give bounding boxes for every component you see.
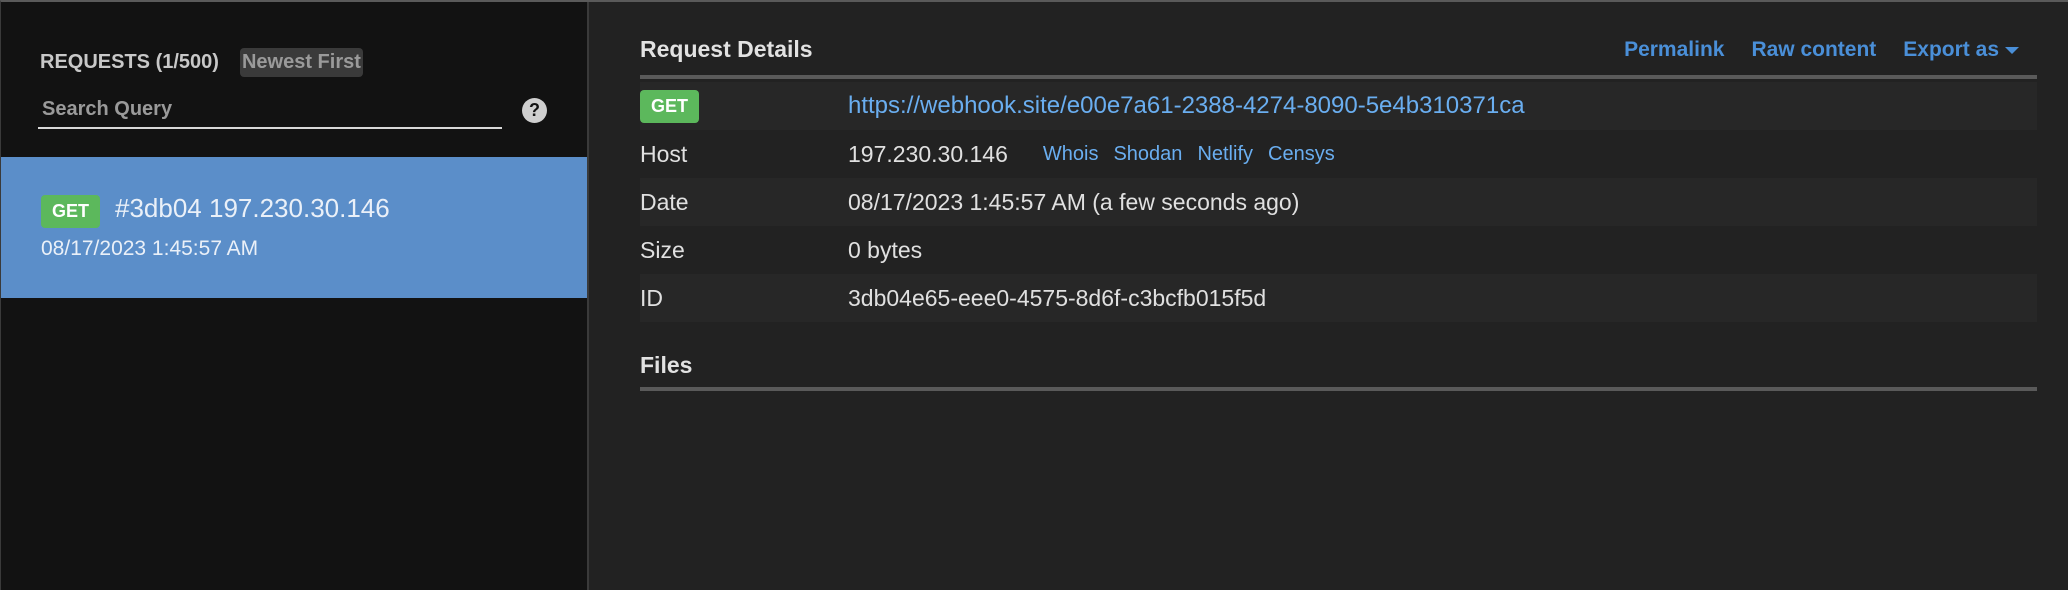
app-window: REQUESTS (1/500) Newest First ? GET #3db…	[0, 0, 2068, 590]
request-date: 08/17/2023 1:45:57 AM	[41, 237, 259, 260]
date-label: Date	[640, 188, 689, 215]
details-table: GET https://webhook.site/e00e7a61-2388-4…	[640, 82, 2037, 322]
id-value: 3db04e65-eee0-4575-8d6f-c3bcfb015f5d	[848, 284, 1267, 311]
files-divider	[640, 387, 2037, 391]
requests-count-title: REQUESTS (1/500)	[40, 51, 219, 73]
host-value: 197.230.30.146	[848, 140, 1008, 167]
caret-down-icon	[2005, 46, 2019, 54]
help-icon[interactable]: ?	[522, 98, 547, 123]
requests-sidebar: REQUESTS (1/500) Newest First ? GET #3db…	[1, 2, 589, 590]
method-badge: GET	[640, 89, 700, 123]
request-url-link[interactable]: https://webhook.site/e00e7a61-2388-4274-…	[848, 92, 1525, 120]
method-cell: GET	[640, 89, 848, 123]
host-row: Host 197.230.30.146 Whois Shodan Netlify…	[640, 130, 2037, 178]
request-list-item[interactable]: GET #3db04 197.230.30.146 08/17/2023 1:4…	[1, 157, 587, 298]
details-divider	[640, 75, 2037, 79]
netlify-link[interactable]: Netlify	[1197, 143, 1253, 166]
shodan-link[interactable]: Shodan	[1113, 143, 1182, 166]
host-label: Host	[640, 140, 688, 167]
date-row: Date 08/17/2023 1:45:57 AM (a few second…	[640, 178, 2037, 226]
whois-link[interactable]: Whois	[1043, 143, 1099, 166]
sidebar-header: REQUESTS (1/500) Newest First	[40, 48, 363, 77]
size-row: Size 0 bytes	[640, 226, 2037, 274]
date-value: 08/17/2023 1:45:57 AM (a few seconds ago…	[848, 188, 1300, 215]
raw-content-link[interactable]: Raw content	[1751, 38, 1876, 62]
host-lookup-links: Whois Shodan Netlify Censys	[1043, 143, 1335, 166]
size-label: Size	[640, 236, 685, 263]
search-input[interactable]	[38, 93, 502, 125]
request-details-panel: Request Details Permalink Raw content Ex…	[589, 2, 2068, 590]
search-field-wrapper	[38, 93, 502, 129]
method-badge: GET	[41, 195, 101, 228]
id-label: ID	[640, 284, 663, 311]
permalink-link[interactable]: Permalink	[1624, 38, 1724, 62]
files-title: Files	[640, 352, 693, 378]
censys-link[interactable]: Censys	[1268, 143, 1335, 166]
size-value: 0 bytes	[848, 236, 923, 263]
details-actions: Permalink Raw content Export as	[1624, 38, 2019, 62]
export-as-label: Export as	[1903, 38, 1999, 61]
request-details-title: Request Details	[640, 36, 813, 62]
id-row: ID 3db04e65-eee0-4575-8d6f-c3bcfb015f5d	[640, 274, 2037, 322]
sort-order-toggle[interactable]: Newest First	[239, 48, 363, 77]
url-row: GET https://webhook.site/e00e7a61-2388-4…	[640, 82, 2037, 130]
request-id-ip: #3db04 197.230.30.146	[115, 193, 390, 223]
export-as-dropdown[interactable]: Export as	[1903, 38, 2019, 62]
